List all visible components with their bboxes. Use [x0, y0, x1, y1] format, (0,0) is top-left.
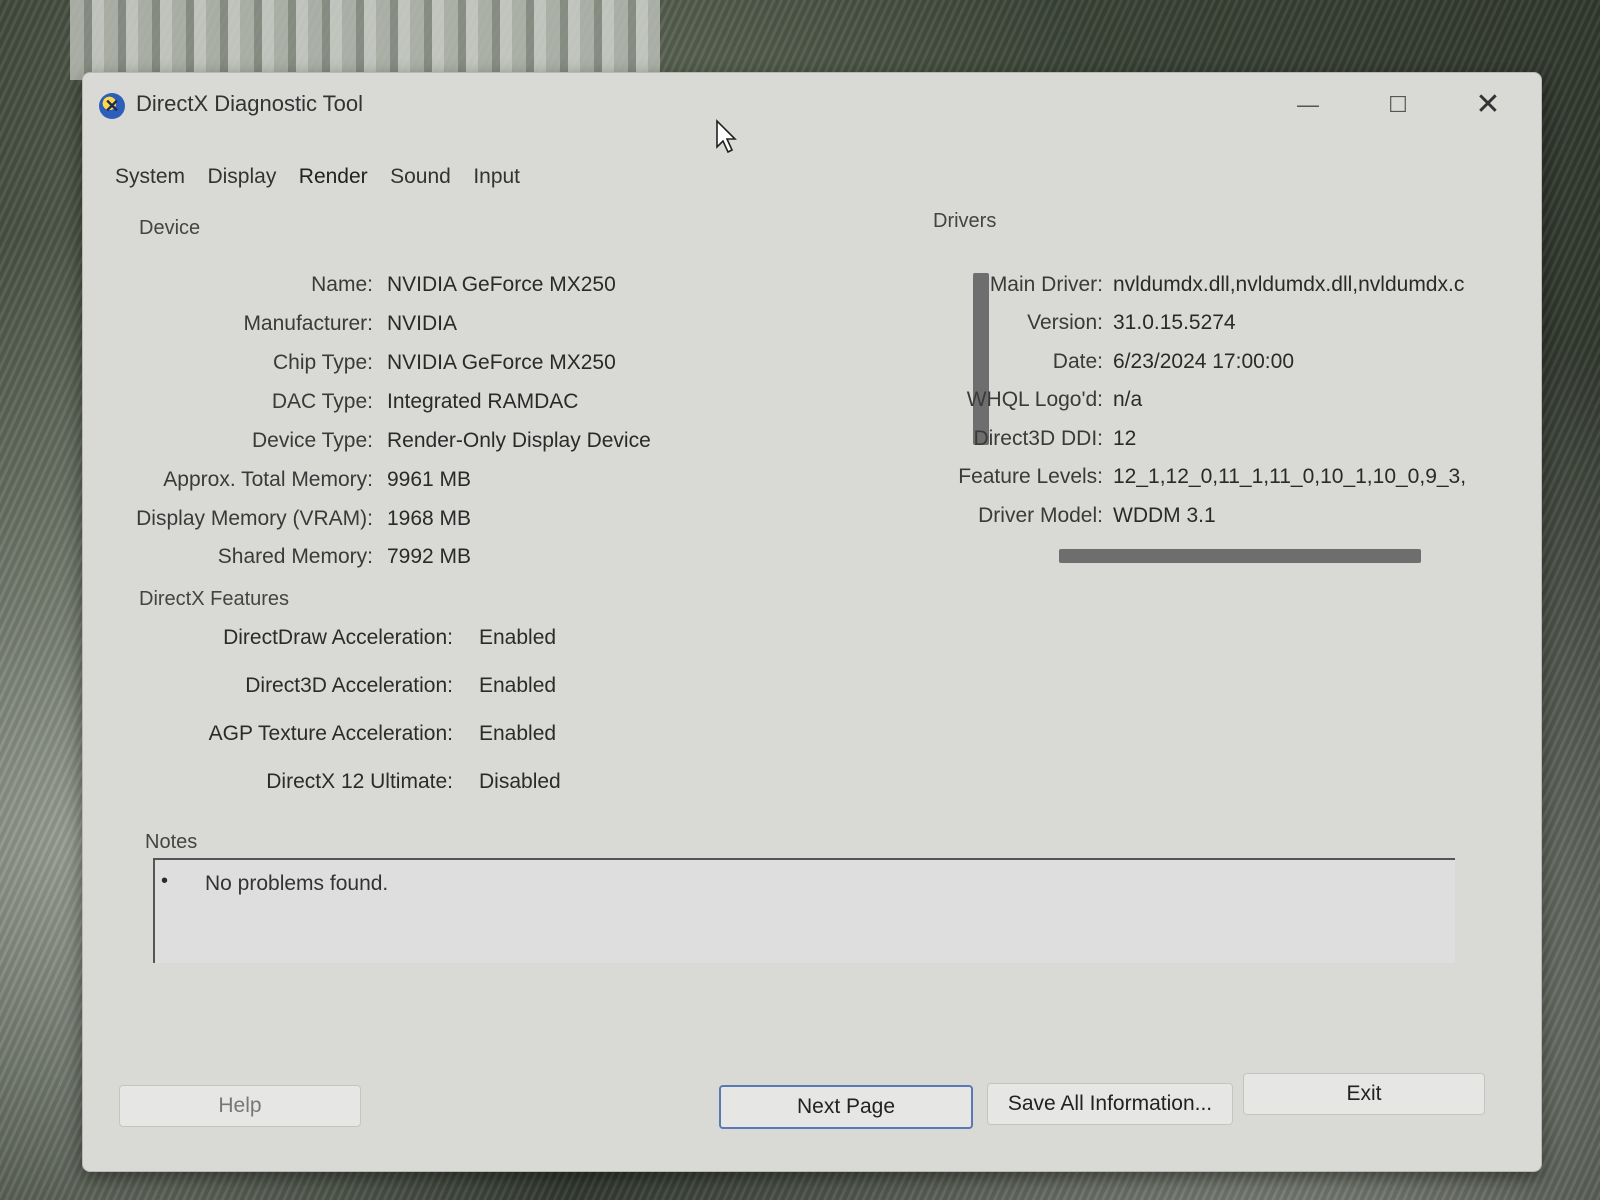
exit-button[interactable]: Exit — [1243, 1073, 1485, 1115]
notes-title: Notes — [145, 831, 198, 853]
field-label: Name: — [311, 273, 373, 296]
direct3d-label: Direct3D Acceleration: — [245, 674, 453, 697]
field-label: Shared Memory: — [217, 545, 373, 568]
device-name-row: Name: NVIDIA GeForce MX250 — [133, 273, 893, 303]
directx-features-panel: DirectDraw Acceleration: Enabled Direct3… — [133, 588, 893, 808]
field-value: 12_1,12_0,11_1,11_0,10_1,10_0,9_3, — [1113, 465, 1467, 488]
directx-icon: ✕ — [99, 93, 125, 119]
direct3d-value: Enabled — [479, 674, 557, 697]
field-value: NVIDIA — [387, 312, 458, 335]
field-label: Date: — [1052, 350, 1103, 373]
driver-version-row: Version: 31.0.15.5274 — [923, 311, 1483, 341]
field-value: n/a — [1113, 388, 1143, 411]
close-button[interactable]: ✕ — [1465, 87, 1511, 123]
minimize-button[interactable]: — — [1285, 87, 1331, 123]
device-total-memory-row: Approx. Total Memory: 9961 MB — [133, 468, 893, 498]
directdraw-value: Enabled — [479, 626, 557, 649]
device-panel: Name: NVIDIA GeForce MX250 Manufacturer:… — [133, 253, 893, 603]
field-label: Driver Model: — [978, 504, 1103, 527]
notes-item: No problems found. — [205, 872, 389, 895]
mouse-cursor-icon — [716, 119, 737, 154]
bullet-icon: • — [161, 870, 169, 892]
field-label: Version: — [1027, 311, 1103, 334]
window-title: DirectX Diagnostic Tool — [136, 91, 364, 116]
field-value: 6/23/2024 17:00:00 — [1113, 350, 1295, 373]
tab-input[interactable]: Input — [471, 163, 522, 191]
tab-system[interactable]: System — [113, 163, 187, 191]
field-value: Render-Only Display Device — [387, 429, 651, 452]
render-tab-content: Device Drivers Name: NVIDIA GeForce MX25… — [133, 210, 1513, 1083]
field-label: Device Type: — [251, 429, 373, 452]
device-vram-row: Display Memory (VRAM): 1968 MB — [133, 507, 893, 537]
tab-display[interactable]: Display — [205, 163, 278, 191]
tab-bar: System Display Render Sound Input — [113, 163, 536, 195]
feature-levels-row: Feature Levels: 12_1,12_0,11_1,11_0,10_1… — [923, 465, 1483, 495]
field-label: Manufacturer: — [243, 312, 373, 335]
field-value: NVIDIA GeForce MX250 — [387, 273, 616, 296]
field-value: nvldumdx.dll,nvldumdx.dll,nvldumdx.c — [1113, 273, 1465, 296]
desktop-background-tree — [70, 0, 660, 80]
title-bar[interactable]: ✕ DirectX Diagnostic Tool — ☐ ✕ — [83, 73, 1541, 133]
dx12-ultimate-value: Disabled — [479, 770, 561, 793]
field-label: WHQL Logo'd: — [966, 388, 1103, 411]
main-driver-row: Main Driver: nvldumdx.dll,nvldumdx.dll,n… — [923, 273, 1483, 303]
driver-date-row: Date: 6/23/2024 17:00:00 — [923, 350, 1483, 380]
field-label: Display Memory (VRAM): — [136, 507, 373, 530]
device-dac-type-row: DAC Type: Integrated RAMDAC — [133, 390, 893, 420]
field-value: NVIDIA GeForce MX250 — [387, 351, 616, 374]
field-label: DAC Type: — [271, 390, 373, 413]
field-label: Chip Type: — [272, 351, 373, 374]
device-section-title: Device — [139, 217, 201, 239]
tab-render[interactable]: Render — [297, 163, 370, 191]
device-type-row: Device Type: Render-Only Display Device — [133, 429, 893, 459]
device-manufacturer-row: Manufacturer: NVIDIA — [133, 312, 893, 342]
next-page-button[interactable]: Next Page — [719, 1085, 973, 1129]
field-value: 9961 MB — [387, 468, 472, 491]
drivers-horizontal-scrollbar[interactable] — [1059, 549, 1421, 563]
field-label: Direct3D DDI: — [973, 427, 1103, 450]
driver-model-row: Driver Model: WDDM 3.1 — [923, 504, 1483, 534]
notes-box[interactable]: • No problems found. — [153, 858, 1455, 963]
field-value: 7992 MB — [387, 545, 472, 568]
field-value: Integrated RAMDAC — [387, 390, 579, 413]
save-all-information-button[interactable]: Save All Information... — [987, 1083, 1233, 1125]
field-value: WDDM 3.1 — [1113, 504, 1216, 527]
field-value: 1968 MB — [387, 507, 472, 530]
device-shared-memory-row: Shared Memory: 7992 MB — [133, 545, 893, 575]
field-label: Approx. Total Memory: — [163, 468, 373, 491]
dxdiag-window: ✕ DirectX Diagnostic Tool — ☐ ✕ System D… — [82, 72, 1542, 1172]
help-button[interactable]: Help — [119, 1085, 361, 1127]
agp-label: AGP Texture Acceleration: — [208, 722, 453, 745]
field-label: Main Driver: — [989, 273, 1103, 296]
device-chip-type-row: Chip Type: NVIDIA GeForce MX250 — [133, 351, 893, 381]
tab-sound[interactable]: Sound — [388, 163, 453, 191]
dx12-ultimate-label: DirectX 12 Ultimate: — [266, 770, 453, 793]
agp-value: Enabled — [479, 722, 557, 745]
direct3d-ddi-row: Direct3D DDI: 12 — [923, 427, 1483, 457]
field-value: 31.0.15.5274 — [1113, 311, 1236, 334]
drivers-section-title: Drivers — [933, 210, 997, 232]
drivers-panel: Main Driver: nvldumdx.dll,nvldumdx.dll,n… — [923, 253, 1483, 553]
field-value: 12 — [1113, 427, 1137, 450]
field-label: Feature Levels: — [958, 465, 1103, 488]
directdraw-label: DirectDraw Acceleration: — [223, 626, 453, 649]
maximize-button[interactable]: ☐ — [1375, 87, 1421, 123]
whql-row: WHQL Logo'd: n/a — [923, 388, 1483, 418]
